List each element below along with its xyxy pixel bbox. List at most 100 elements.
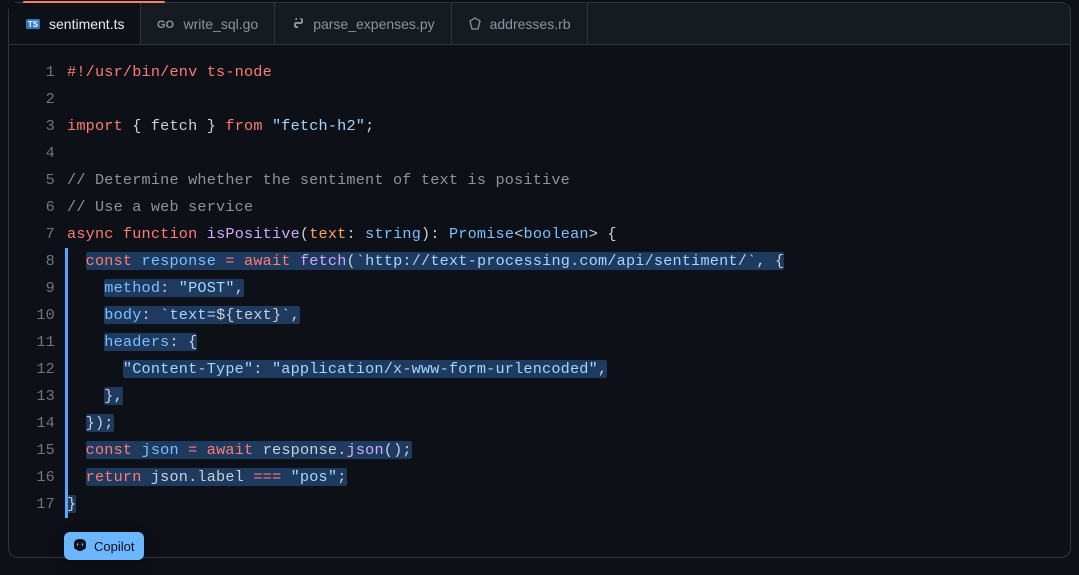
token: { [123, 117, 151, 135]
token: method [104, 279, 160, 297]
token: await [207, 441, 254, 459]
token: "pos" [291, 468, 338, 486]
selection-gutter-bar [65, 248, 68, 275]
token: import [67, 117, 123, 135]
token [235, 252, 244, 270]
token: } [272, 306, 281, 324]
token: < [514, 225, 523, 243]
code-line[interactable]: }); [67, 410, 1070, 437]
token: }, [104, 387, 123, 405]
copilot-badge[interactable]: Copilot [64, 532, 144, 560]
token: (); [384, 441, 412, 459]
tab-label: addresses.rb [490, 16, 571, 32]
tab-parse_expenses-py[interactable]: parse_expenses.py [275, 3, 451, 44]
selected-text: }); [86, 414, 114, 432]
token: ; [337, 468, 346, 486]
tab-label: sentiment.ts [49, 16, 124, 32]
selection-gutter-bar [65, 302, 68, 329]
token [142, 468, 151, 486]
token: fetch [151, 117, 198, 135]
token: ( [300, 225, 309, 243]
editor-window: TS sentiment.ts GOwrite_sql.goparse_expens… [8, 2, 1071, 558]
line-number: 3 [9, 113, 55, 140]
selection-gutter-bar [65, 356, 68, 383]
token [179, 441, 188, 459]
token [114, 225, 123, 243]
token: return [86, 468, 142, 486]
token [197, 441, 206, 459]
line-number: 16 [9, 464, 55, 491]
code-line[interactable]: import { fetch } from "fetch-h2"; [67, 113, 1070, 140]
selected-text: const response = await fetch(`http://tex… [86, 252, 785, 270]
token: function [123, 225, 198, 243]
line-number: 5 [9, 167, 55, 194]
token: , [598, 360, 607, 378]
code-line[interactable]: const response = await fetch(`http://tex… [67, 248, 1070, 275]
tab-sentiment-ts[interactable]: TS sentiment.ts [9, 3, 141, 44]
code-line[interactable]: const json = await response.json(); [67, 437, 1070, 464]
selected-text: return json.label === "pos"; [86, 468, 347, 486]
code-line[interactable]: // Determine whether the sentiment of te… [67, 167, 1070, 194]
code-line[interactable]: }, [67, 383, 1070, 410]
selection-gutter-bar [65, 410, 68, 437]
code-line[interactable]: body: `text=${text}`, [67, 302, 1070, 329]
token [263, 117, 272, 135]
code-line[interactable]: "Content-Type": "application/x-www-form-… [67, 356, 1070, 383]
token: headers [104, 333, 169, 351]
selected-text: headers: { [104, 333, 197, 351]
code-line[interactable] [67, 140, 1070, 167]
token [67, 306, 104, 324]
line-number: 9 [9, 275, 55, 302]
token: const [86, 441, 133, 459]
line-number: 13 [9, 383, 55, 410]
token: : { [169, 333, 197, 351]
token: async [67, 225, 114, 243]
token: "POST" [179, 279, 235, 297]
code-line[interactable]: #!/usr/bin/env ts-node [67, 59, 1070, 86]
selection-gutter-bar [65, 275, 68, 302]
token: === [253, 468, 281, 486]
token [67, 468, 86, 486]
ts-file-icon: TS [25, 16, 41, 32]
token: body [104, 306, 141, 324]
token: json.label [151, 468, 253, 486]
tab-addresses-rb[interactable]: addresses.rb [452, 3, 588, 44]
code-line[interactable]: } [67, 491, 1070, 518]
token: // Determine whether the sentiment of te… [67, 171, 570, 189]
code-line[interactable]: method: "POST", [67, 275, 1070, 302]
selection-gutter-bar [65, 329, 68, 356]
token [67, 414, 86, 432]
code-line[interactable]: async function isPositive(text: string):… [67, 221, 1070, 248]
selection-gutter-bar [65, 491, 68, 518]
token: : [430, 225, 449, 243]
line-number: 14 [9, 410, 55, 437]
token: from [225, 117, 262, 135]
token: response [142, 252, 217, 270]
code-line[interactable]: headers: { [67, 329, 1070, 356]
code-line[interactable]: // Use a web service [67, 194, 1070, 221]
token: json [142, 441, 179, 459]
code-line[interactable] [67, 86, 1070, 113]
line-number: 8 [9, 248, 55, 275]
token: await [244, 252, 291, 270]
selected-text: }, [104, 387, 123, 405]
code-editor[interactable]: 1234567891011121314151617 #!/usr/bin/env… [9, 45, 1070, 518]
tab-write_sql-go[interactable]: GOwrite_sql.go [141, 3, 275, 44]
token: isPositive [207, 225, 300, 243]
code-area[interactable]: #!/usr/bin/env ts-node import { fetch } f… [67, 59, 1070, 518]
copilot-label: Copilot [94, 539, 134, 554]
token: , { [756, 252, 784, 270]
token: { [598, 225, 617, 243]
selected-text: body: `text=${text}`, [104, 306, 300, 324]
token [281, 468, 290, 486]
line-number: 12 [9, 356, 55, 383]
line-number: 11 [9, 329, 55, 356]
token: "Content-Type" [123, 360, 253, 378]
code-line[interactable]: return json.label === "pos"; [67, 464, 1070, 491]
token [197, 225, 206, 243]
token [216, 252, 225, 270]
token: ( [347, 252, 356, 270]
token: > [589, 225, 598, 243]
token: // Use a web service [67, 198, 253, 216]
token: fetch [300, 252, 347, 270]
